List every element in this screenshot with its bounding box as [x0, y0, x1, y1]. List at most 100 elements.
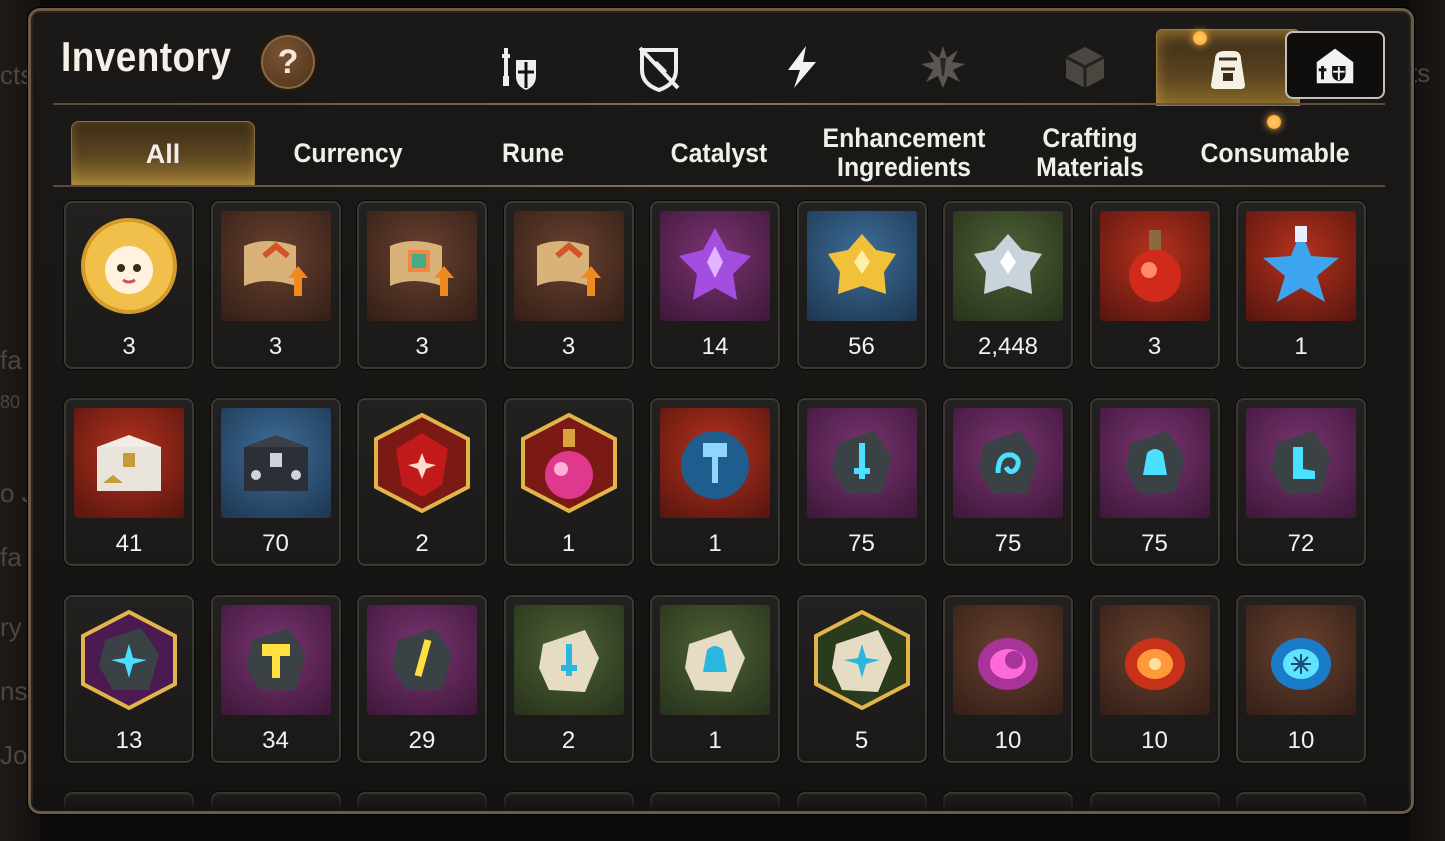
category-gear[interactable]	[446, 29, 588, 105]
item-quantity: 10	[1287, 727, 1315, 754]
hammer-rune-icon	[681, 431, 749, 499]
purple-crystal-icon	[679, 228, 751, 300]
item-quantity: 75	[848, 530, 875, 557]
item-art	[513, 211, 624, 321]
boot-stone-icon	[1271, 431, 1331, 493]
spiral-stone-icon	[978, 431, 1038, 493]
item-slot[interactable]: 10	[943, 595, 1073, 763]
item-art	[660, 605, 770, 715]
item-slot[interactable]: 3	[64, 201, 194, 369]
item-art	[1099, 605, 1210, 715]
item-slot[interactable]: 3	[210, 201, 341, 369]
item-slot[interactable]: 14	[650, 201, 780, 369]
item-quantity: 75	[994, 530, 1022, 557]
item-art	[953, 605, 1063, 715]
star-rock-icon	[813, 610, 910, 710]
item-slot[interactable]: 1	[650, 398, 780, 566]
item-art	[367, 211, 477, 321]
bell-stone-icon	[1124, 431, 1185, 493]
item-art	[220, 605, 331, 715]
gold-crystal-icon	[827, 234, 896, 294]
item-art	[74, 605, 184, 715]
item-quantity: 75	[1141, 530, 1168, 557]
notification-dot	[1267, 115, 1281, 129]
item-art	[953, 211, 1063, 321]
gear-equipment-icon	[502, 48, 536, 90]
item-quantity: 13	[115, 727, 143, 754]
item-slot[interactable]: 3	[503, 201, 634, 369]
item-slot[interactable]: 2,448	[943, 201, 1073, 369]
scroll-upgrade-icon	[243, 241, 308, 296]
item-slot[interactable]: 13	[64, 595, 194, 763]
item-slot[interactable]: 34	[210, 595, 341, 763]
item-slot[interactable]: 41	[64, 398, 194, 566]
item-slot[interactable]: 3	[1089, 201, 1220, 369]
item-slot[interactable]: 29	[357, 595, 487, 763]
item-slot[interactable]: 10	[1236, 595, 1366, 763]
item-quantity: 3	[561, 333, 576, 360]
item-slot[interactable]: 1	[650, 595, 780, 763]
gold-chest-icon	[97, 435, 161, 491]
silver-crystal-icon	[974, 234, 1042, 294]
category-artifact[interactable]	[588, 29, 730, 105]
item-slot[interactable]: 70	[210, 398, 341, 566]
item-art	[1099, 211, 1210, 321]
item-slot[interactable]: 72	[1236, 398, 1366, 566]
tab-rune[interactable]: Rune	[448, 121, 617, 185]
bg-text: fa	[0, 345, 22, 375]
bg-text: Jo	[0, 740, 28, 770]
item-art	[513, 605, 624, 715]
divider	[53, 103, 1385, 105]
feather-stone-icon	[392, 628, 452, 690]
star-stone-icon	[81, 610, 177, 710]
item-art	[367, 605, 477, 715]
tab-all[interactable]: All	[71, 121, 255, 186]
item-art	[1246, 211, 1356, 321]
bg-text: ns	[0, 676, 28, 706]
item-quantity: 1	[708, 727, 722, 754]
tab-crafting-materials[interactable]: Crafting Materials	[1005, 121, 1174, 185]
item-art	[74, 408, 184, 518]
category-bag[interactable]	[1156, 29, 1300, 106]
item-quantity: 2	[415, 530, 429, 557]
item-art	[953, 408, 1063, 518]
tab-consumable[interactable]: Consumable	[1190, 121, 1359, 185]
item-slot[interactable]: 56	[796, 201, 927, 369]
item-quantity: 2,448	[977, 333, 1039, 360]
category-skill[interactable]	[730, 29, 872, 105]
item-slot[interactable]: 2	[357, 398, 487, 566]
item-slot[interactable]: 1	[1236, 201, 1366, 369]
category-cube[interactable]	[1014, 29, 1156, 105]
category-bar	[446, 29, 1300, 106]
item-slot[interactable]: 75	[1089, 398, 1220, 566]
sword-rock-icon	[538, 630, 599, 692]
item-slot[interactable]: 2	[503, 595, 634, 763]
item-slot[interactable]: 75	[796, 398, 927, 566]
item-quantity: 2	[561, 727, 576, 754]
item-art	[220, 211, 331, 321]
item-slot[interactable]: 3	[357, 201, 487, 369]
item-slot[interactable]: 10	[1089, 595, 1220, 763]
guild-storage-button[interactable]	[1285, 31, 1385, 99]
item-quantity: 3	[415, 333, 429, 360]
category-emblem[interactable]	[872, 29, 1014, 105]
item-slot[interactable]: 75	[943, 398, 1073, 566]
item-art	[220, 408, 331, 518]
item-slot[interactable]: 1	[503, 398, 634, 566]
item-art	[1246, 605, 1356, 715]
item-slot[interactable]: 5	[796, 595, 927, 763]
tab-currency[interactable]: Currency	[263, 121, 432, 185]
item-art	[367, 408, 477, 518]
item-art	[806, 408, 917, 518]
rainbow-scroll-upgrade-icon	[390, 241, 454, 296]
help-button[interactable]: ?	[259, 33, 317, 91]
page-title: Inventory	[61, 33, 232, 80]
bg-text: 80	[0, 392, 21, 412]
item-art	[806, 211, 917, 321]
bell-rock-icon	[685, 630, 745, 692]
tab-catalyst[interactable]: Catalyst	[634, 121, 803, 185]
tab-enhancement-ingredients[interactable]: Enhancement Ingredients	[819, 121, 988, 185]
item-quantity: 3	[268, 333, 283, 360]
item-art	[660, 211, 770, 321]
item-art	[807, 605, 917, 715]
